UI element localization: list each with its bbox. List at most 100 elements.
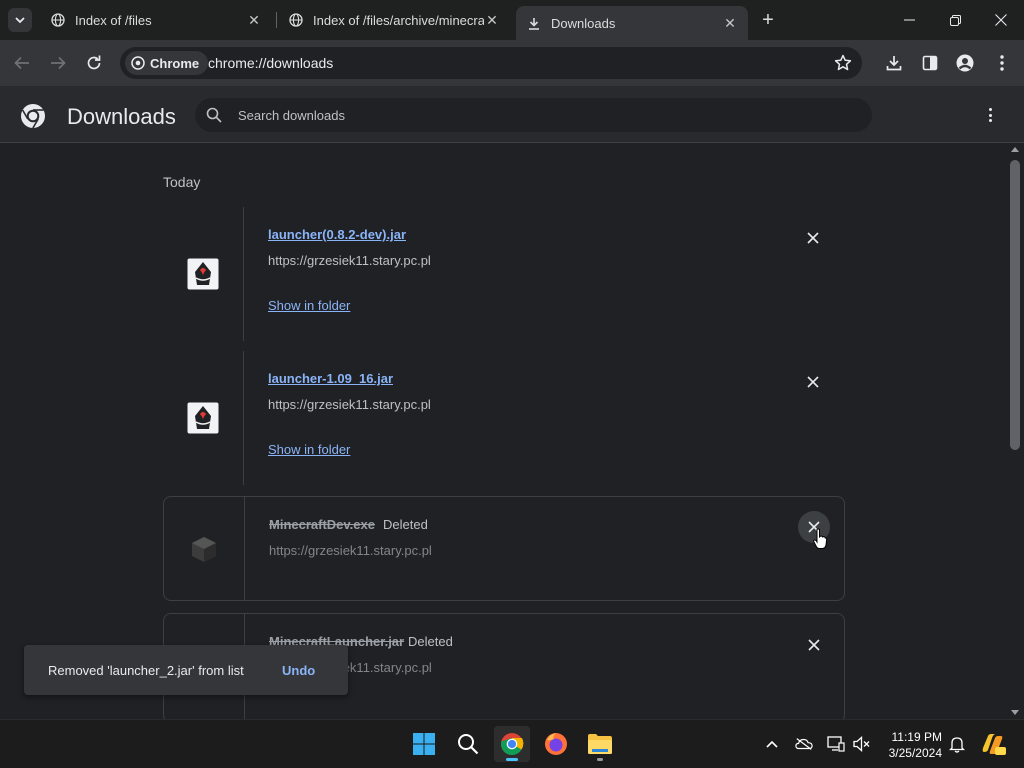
downloads-menu-button[interactable] [982,106,998,124]
chevron-down-icon [15,16,25,23]
volume-tray-button[interactable] [853,735,871,753]
monitor-icon [827,736,845,752]
tab-downloads[interactable]: Downloads ✕ [516,6,748,40]
tab-index-archive[interactable]: Index of /files/archive/minecraf ✕ [278,6,510,34]
close-icon [808,639,820,651]
bell-icon [949,736,965,753]
show-hidden-icons-button[interactable] [763,735,781,753]
close-icon[interactable]: ✕ [246,12,262,28]
taskbar-search-button[interactable] [450,726,486,762]
chip-label: Chrome [150,55,200,71]
back-button[interactable] [11,52,33,74]
side-panel-button[interactable] [920,53,940,73]
volume-muted-icon [853,736,870,752]
onedrive-tray-button[interactable] [795,735,813,753]
download-status: Deleted [383,517,428,532]
download-file-link[interactable]: launcher(0.8.2-dev).jar [268,227,406,242]
chrome-icon [501,733,524,755]
start-button[interactable] [406,726,442,762]
bookmark-star-icon[interactable] [834,54,852,72]
onedrive-offline-icon [795,738,813,750]
arrow-right-icon [51,56,66,70]
side-panel-icon [922,55,938,71]
profile-button[interactable] [955,53,975,73]
profile-avatar-icon [956,54,974,72]
chrome-logo-icon [21,104,45,129]
download-icon [526,15,542,31]
chevron-up-icon [766,740,778,748]
download-item: launcher(0.8.2-dev).jar https://grzesiek… [163,207,845,341]
file-icon-column [163,207,244,341]
copilot-button[interactable] [980,732,1006,756]
tab-title: Index of /files/archive/minecraf [313,12,484,28]
taskbar-chrome[interactable] [494,726,530,762]
chrome-chip[interactable]: Chrome [125,51,209,75]
notifications-button[interactable] [948,735,966,753]
tab-index-files[interactable]: Index of /files ✕ [40,6,272,34]
browser-toolbar: Chrome chrome://downloads [0,40,1024,86]
clock-time: 11:19 PM [891,730,942,744]
tab-title: Index of /files [75,12,152,28]
globe-icon [288,12,304,28]
start-icon [413,733,435,755]
close-icon[interactable]: ✕ [722,15,738,31]
taskbar-file-explorer[interactable] [582,726,618,762]
search-icon [206,107,222,123]
running-app-indicator [597,758,603,761]
close-window-button[interactable] [991,10,1011,30]
reload-icon [87,55,101,70]
search-icon [458,734,479,755]
scroll-up-arrow-icon[interactable] [1011,147,1019,152]
undo-button[interactable]: Undo [282,663,315,678]
globe-icon [50,12,66,28]
search-downloads-box[interactable] [195,98,872,132]
search-input[interactable] [238,98,838,132]
reload-button[interactable] [83,52,105,74]
chrome-menu-button[interactable] [992,53,1012,73]
tab-strip: Index of /files ✕ Index of /files/archiv… [0,0,1024,40]
firefox-icon [545,733,567,755]
download-file-link[interactable]: launcher-1.09_16.jar [268,371,393,386]
downloads-list: Today launcher(0.8.2-dev).jar https://gr… [0,143,1007,719]
windows-taskbar: 11:19 PM 3/25/2024 [0,719,1024,768]
minimize-button[interactable] [899,10,919,30]
taskbar-firefox[interactable] [538,726,574,762]
active-app-indicator [506,758,518,761]
download-icon [886,56,902,71]
display-tray-button[interactable] [827,735,845,753]
download-status: Deleted [408,634,453,649]
scroll-down-arrow-icon[interactable] [1011,710,1019,715]
close-icon[interactable]: ✕ [484,12,500,28]
address-bar[interactable]: Chrome chrome://downloads [120,47,862,79]
url-text[interactable]: chrome://downloads [208,55,333,71]
show-in-folder-link[interactable]: Show in folder [268,298,350,313]
downloads-toolbar-button[interactable] [884,53,904,73]
download-file-name: MinecraftDev.exe [269,517,375,532]
minimize-icon [903,19,915,21]
remove-from-list-button[interactable] [797,366,829,398]
close-icon [807,232,819,244]
restore-button[interactable] [945,10,965,30]
restore-icon [949,14,961,26]
file-explorer-icon [588,734,612,754]
chrome-logo-icon [131,56,145,70]
file-icon-column [163,351,244,485]
tab-search-button[interactable] [8,8,32,32]
remove-from-list-button[interactable] [797,222,829,254]
system-clock[interactable]: 11:19 PM 3/25/2024 [880,729,942,761]
download-source-url[interactable]: https://grzesiek11.stary.pc.pl [269,543,432,558]
file-icon-column [164,497,245,600]
close-icon [807,376,819,388]
new-tab-button[interactable]: + [758,10,778,30]
download-item: MinecraftDev.exe Deleted https://grzesie… [163,496,845,601]
download-source-url[interactable]: https://grzesiek11.stary.pc.pl [268,253,431,268]
page-scrollbar[interactable] [1007,143,1024,719]
tab-title: Downloads [551,15,616,31]
scrollbar-thumb[interactable] [1010,160,1020,450]
download-source-url[interactable]: https://grzesiek11.stary.pc.pl [268,397,431,412]
close-icon [995,14,1007,26]
remove-from-list-button[interactable] [798,629,830,661]
forward-button[interactable] [47,52,69,74]
show-in-folder-link[interactable]: Show in folder [268,442,350,457]
downloads-header: Downloads [0,86,1024,143]
